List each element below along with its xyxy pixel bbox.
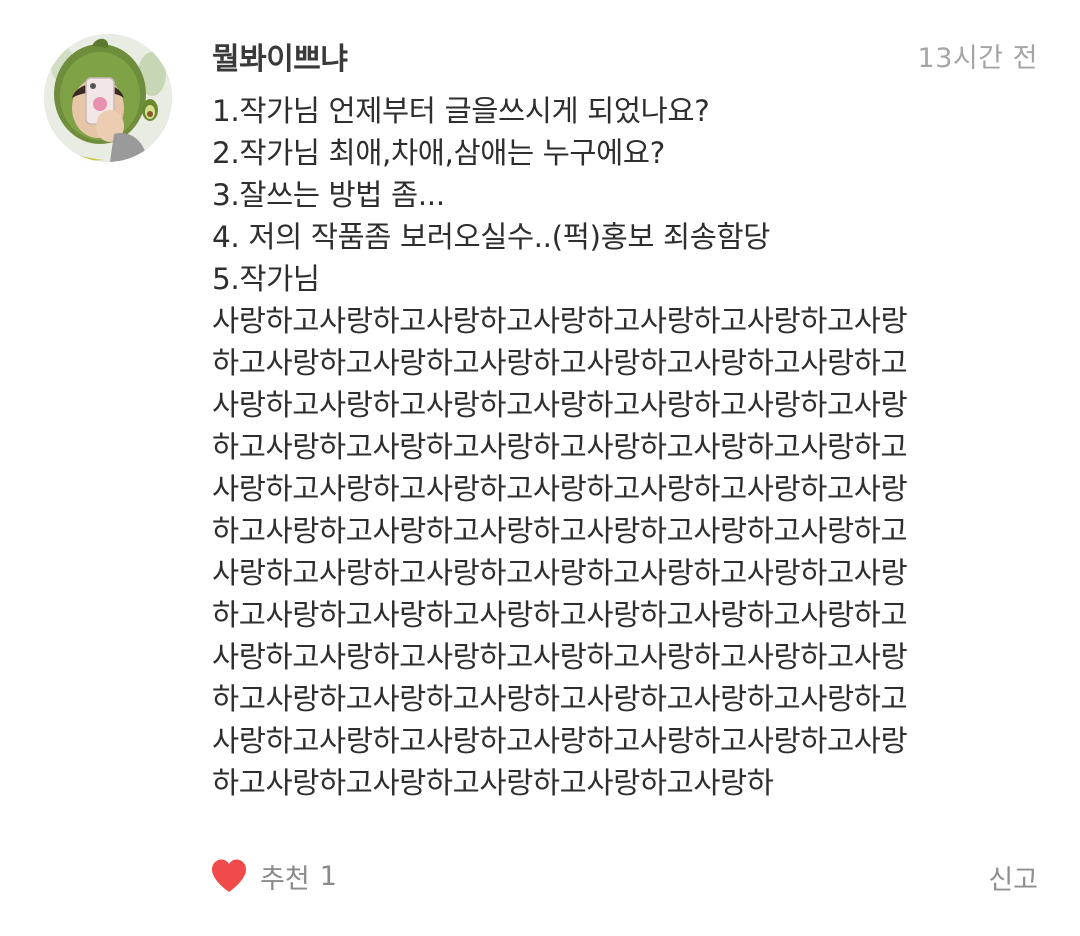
comment-line: 사랑하고사랑하고사랑하고사랑하고사랑하고사랑하고사랑	[212, 724, 908, 758]
comment-line: 하고사랑하고사랑하고사랑하고사랑하고사랑하고사랑하고	[212, 514, 908, 548]
avatar-photo-icon	[44, 34, 172, 162]
comment-line: 사랑하고사랑하고사랑하고사랑하고사랑하고사랑하고사랑	[212, 304, 908, 338]
comment-line: 사랑하고사랑하고사랑하고사랑하고사랑하고사랑하고사랑	[212, 388, 908, 422]
comment-body: 1.작가님 언제부터 글을쓰시게 되었나요? 2.작가님 최애,차애,삼애는 누구…	[212, 90, 1027, 804]
comment-line: 3.잘쓰는 방법 좀...	[212, 178, 445, 212]
comment-line: 사랑하고사랑하고사랑하고사랑하고사랑하고사랑하고사랑	[212, 640, 908, 674]
avatar[interactable]	[44, 34, 172, 162]
comment-line: 1.작가님 언제부터 글을쓰시게 되었나요?	[212, 94, 710, 128]
comment-line: 5.작가님	[212, 262, 320, 296]
comment-line: 하고사랑하고사랑하고사랑하고사랑하고사랑하	[212, 766, 774, 800]
comment-line: 사랑하고사랑하고사랑하고사랑하고사랑하고사랑하고사랑	[212, 472, 908, 506]
like-count: 1	[319, 860, 337, 892]
comment-line: 하고사랑하고사랑하고사랑하고사랑하고사랑하고사랑하고	[212, 682, 908, 716]
heart-icon[interactable]	[210, 858, 248, 894]
comment-timestamp: 13시간 전	[917, 43, 1038, 74]
comment-line: 하고사랑하고사랑하고사랑하고사랑하고사랑하고사랑하고	[212, 598, 908, 632]
report-button[interactable]: 신고	[988, 858, 1038, 897]
comment-line: 하고사랑하고사랑하고사랑하고사랑하고사랑하고사랑하고	[212, 430, 908, 464]
comment-line: 2.작가님 최애,차애,삼애는 누구에요?	[212, 136, 665, 170]
author-name[interactable]: 뭘봐이쁘냐	[212, 34, 348, 78]
comment-line: 4. 저의 작품좀 보러오실수..(퍽)홍보 죄송함당	[212, 220, 771, 254]
like-button[interactable]: 추천 1	[210, 854, 337, 898]
comment-card: 뭘봐이쁘냐 13시간 전 1.작가님 언제부터 글을쓰시게 되었나요? 2.작가님…	[0, 0, 1080, 936]
like-label: 추천	[260, 863, 310, 895]
comment-footer: 추천 1 신고	[0, 850, 1080, 902]
comment-line: 하고사랑하고사랑하고사랑하고사랑하고사랑하고사랑하고	[212, 346, 908, 380]
comment-line: 사랑하고사랑하고사랑하고사랑하고사랑하고사랑하고사랑	[212, 556, 908, 590]
